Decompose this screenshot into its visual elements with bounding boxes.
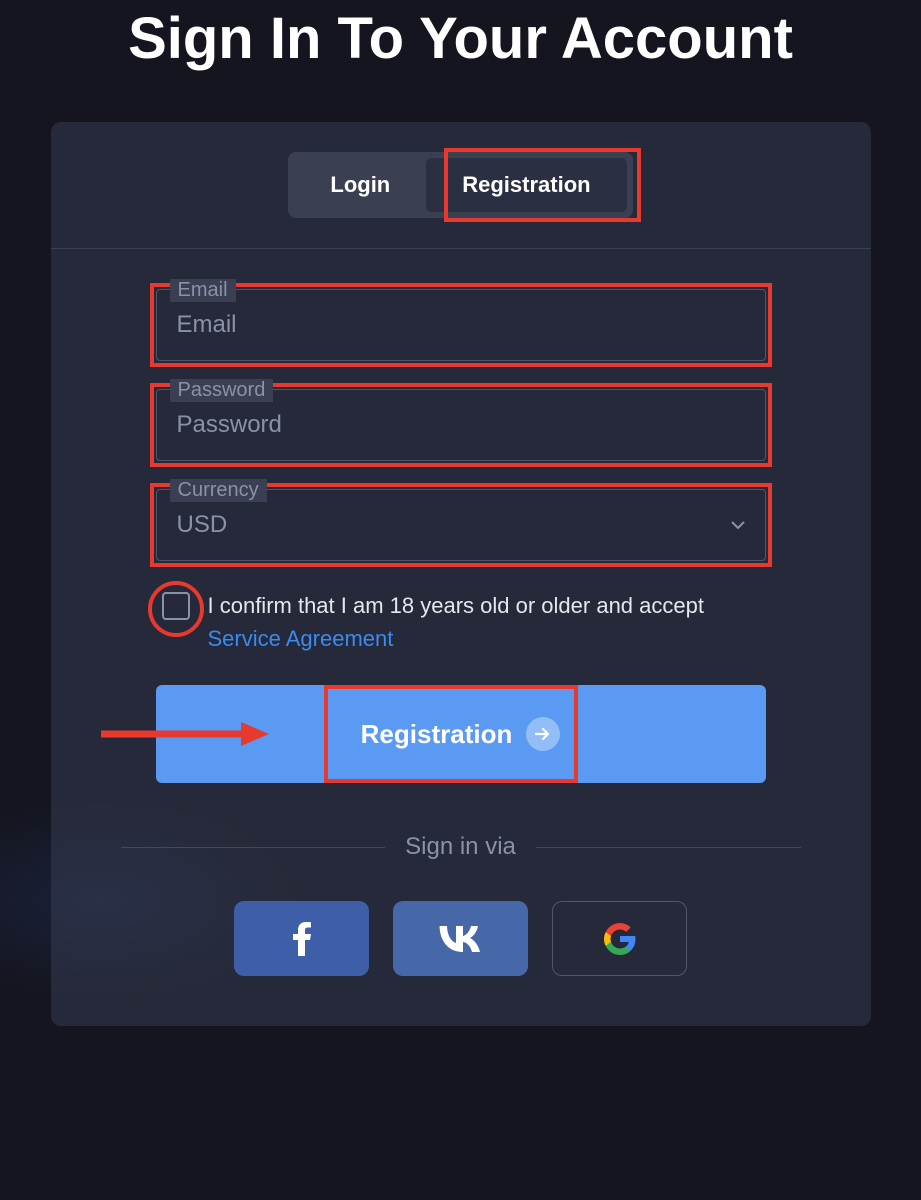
currency-value: USD [177, 511, 228, 539]
arrow-right-icon [526, 717, 560, 751]
google-login-button[interactable] [552, 901, 687, 976]
divider-text: Sign in via [405, 833, 516, 861]
tabs-container: Login Registration [51, 122, 871, 249]
auth-card: Login Registration Email Password Curren… [51, 122, 871, 1026]
submit-label: Registration [361, 719, 513, 750]
tab-login[interactable]: Login [294, 158, 426, 212]
divider-line [121, 847, 386, 848]
registration-form: Email Password Currency USD I confirm th… [51, 249, 871, 783]
social-buttons [51, 901, 871, 976]
terms-row: I confirm that I am 18 years old or olde… [156, 589, 766, 655]
currency-label: Currency [170, 479, 267, 502]
chevron-down-icon [731, 521, 745, 529]
terms-checkbox[interactable] [162, 592, 190, 620]
submit-wrapper: Registration [156, 685, 766, 783]
vk-icon [439, 926, 483, 952]
password-field-wrapper: Password [156, 389, 766, 461]
email-field-wrapper: Email [156, 289, 766, 361]
password-label: Password [170, 379, 274, 402]
service-agreement-link[interactable]: Service Agreement [208, 626, 394, 651]
currency-field-wrapper: Currency USD [156, 489, 766, 561]
divider: Sign in via [121, 833, 801, 861]
facebook-login-button[interactable] [234, 901, 369, 976]
divider-line [536, 847, 801, 848]
terms-text: I confirm that I am 18 years old or olde… [208, 589, 766, 655]
tabs: Login Registration [288, 152, 632, 218]
google-icon [604, 923, 636, 955]
vk-login-button[interactable] [393, 901, 528, 976]
facebook-icon [293, 922, 311, 956]
email-input[interactable] [156, 289, 766, 361]
tab-registration[interactable]: Registration [426, 158, 626, 212]
page-title: Sign In To Your Account [0, 0, 921, 72]
email-label: Email [170, 279, 236, 302]
registration-submit-button[interactable]: Registration [156, 685, 766, 783]
